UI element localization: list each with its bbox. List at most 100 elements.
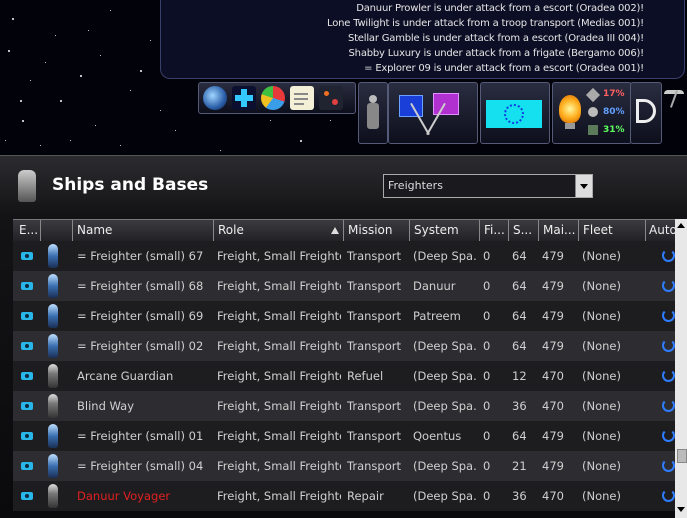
col-header-system[interactable]: System (414, 223, 474, 237)
cell-mission: Refuel (347, 369, 384, 383)
col-header-mai[interactable]: Mai... (543, 223, 577, 237)
ship-icon (18, 170, 36, 202)
table-row[interactable]: Danuur Voyager Freight, Small Freighter Re… (13, 481, 675, 511)
cell-mai: 479 (542, 249, 564, 263)
col-header-role[interactable]: Role (218, 223, 328, 237)
cell-fi: 0 (483, 399, 491, 413)
freighter-ship-icon (48, 454, 58, 478)
alert-message[interactable]: Lone Twilight is under attack from a tro… (327, 18, 644, 29)
globe-icon[interactable] (203, 86, 227, 110)
alert-message[interactable]: Shabby Luxury is under attack from a fri… (349, 48, 645, 59)
automate-icon[interactable] (662, 339, 675, 352)
empire-flag-button[interactable] (630, 82, 662, 144)
starfield-background: Danuur Prowler is under attack from a es… (0, 0, 687, 155)
cell-role: Freight, Small Freighter (217, 369, 341, 383)
eye-icon[interactable] (21, 402, 33, 410)
col-header-auto[interactable]: Auto... (649, 223, 675, 237)
automate-icon[interactable] (662, 309, 675, 322)
col-header-fleet[interactable]: Fleet (583, 223, 643, 237)
star (330, 120, 331, 121)
star (95, 125, 96, 126)
automate-icon[interactable] (662, 399, 675, 412)
eye-icon[interactable] (21, 342, 33, 350)
eye-icon[interactable] (21, 372, 33, 380)
col-header-name[interactable]: Name (77, 223, 207, 237)
diplomacy-button[interactable] (388, 82, 478, 144)
cell-role: Freight, Small Freighter (217, 429, 341, 443)
table-row[interactable]: = Freighter (small) 67 Freight, Small Fre… (13, 241, 675, 271)
alert-messages-panel: Danuur Prowler is under attack from a es… (160, 0, 685, 79)
eye-icon[interactable] (21, 282, 33, 290)
cell-s: 64 (512, 249, 527, 263)
freighter-ship-icon (48, 424, 58, 448)
scrollbar-thumb[interactable] (677, 449, 687, 463)
col-header-mission[interactable]: Mission (348, 223, 408, 237)
alien-ship-icon (48, 484, 58, 508)
eye-icon[interactable] (21, 252, 33, 260)
scroll-down-icon[interactable] (677, 507, 685, 512)
scroll-up-icon[interactable] (677, 223, 685, 228)
star (175, 130, 176, 131)
cell-mai: 470 (542, 489, 564, 503)
ships-table: E... Name Role Mission System Fi... S...… (13, 219, 675, 518)
automate-icon[interactable] (662, 249, 675, 262)
research-icon[interactable] (319, 86, 343, 110)
freighter-ship-icon (48, 244, 58, 268)
automate-icon[interactable] (662, 489, 675, 502)
star (30, 80, 31, 81)
automate-icon[interactable] (662, 369, 675, 382)
table-row[interactable]: = Freighter (small) 69 Freight, Small Fre… (13, 301, 675, 331)
table-row[interactable]: = Freighter (small) 02 Freight, Small Fre… (13, 331, 675, 361)
cell-role: Freight, Small Freighter (217, 489, 341, 503)
automate-icon[interactable] (662, 459, 675, 472)
table-row[interactable]: Blind Way Freight, Small Freighter Transpo… (13, 391, 675, 421)
alert-message[interactable]: Stellar Gamble is under attack from a es… (348, 33, 644, 44)
alert-message[interactable]: Danuur Prowler is under attack from a es… (356, 3, 644, 14)
empire-emblem-button[interactable] (480, 82, 550, 144)
table-scrollbar[interactable] (675, 219, 687, 518)
table-row[interactable]: = Freighter (small) 04 Freight, Small Fre… (13, 451, 675, 481)
cell-system: (Deep Spa... (413, 399, 477, 413)
cell-fi: 0 (483, 459, 491, 473)
cell-mission: Repair (347, 489, 384, 503)
cell-name: = Freighter (small) 01 (77, 429, 204, 443)
eye-icon[interactable] (21, 492, 33, 500)
table-row[interactable]: = Freighter (small) 01 Freight, Small Fre… (13, 421, 675, 451)
automate-icon[interactable] (662, 279, 675, 292)
eye-icon[interactable] (21, 462, 33, 470)
table-row[interactable]: = Freighter (small) 68 Freight, Small Fre… (13, 271, 675, 301)
cell-name: = Freighter (small) 04 (77, 459, 204, 473)
star (12, 18, 14, 20)
col-header-fi[interactable]: Fi... (484, 223, 506, 237)
star (80, 75, 82, 77)
empire-status-panel[interactable]: 17% 80% 31% (552, 82, 632, 144)
alert-message[interactable]: = Explorer 09 is under attack from a esc… (364, 63, 644, 74)
character-button[interactable] (358, 82, 388, 144)
cell-fi: 0 (483, 489, 491, 503)
col-header-empire[interactable]: E... (19, 223, 39, 237)
automate-icon[interactable] (662, 429, 675, 442)
eye-icon[interactable] (21, 312, 33, 320)
cell-mission: Transport (347, 399, 401, 413)
empire-flag-icon (636, 99, 656, 123)
pie-chart-icon[interactable] (261, 86, 285, 110)
cell-name: = Freighter (small) 68 (77, 279, 204, 293)
cell-mission: Transport (347, 309, 401, 323)
star (55, 35, 56, 36)
chevron-down-icon[interactable] (575, 175, 592, 197)
star (20, 100, 22, 102)
star (70, 140, 71, 141)
star (270, 120, 271, 121)
approval-icon (588, 125, 598, 135)
notepad-icon[interactable] (290, 86, 314, 110)
pickaxe-icon[interactable] (664, 84, 684, 108)
col-header-s[interactable]: S... (513, 223, 535, 237)
star (140, 70, 142, 72)
cell-s: 12 (512, 369, 527, 383)
plus-icon[interactable] (232, 86, 256, 110)
ship-filter-dropdown[interactable]: Freighters (383, 174, 593, 198)
cell-system: (Deep Spa... (413, 249, 477, 263)
table-row[interactable]: Arcane Guardian Freight, Small Freighter R… (13, 361, 675, 391)
approval-stat: 31% (603, 125, 625, 135)
eye-icon[interactable] (21, 432, 33, 440)
